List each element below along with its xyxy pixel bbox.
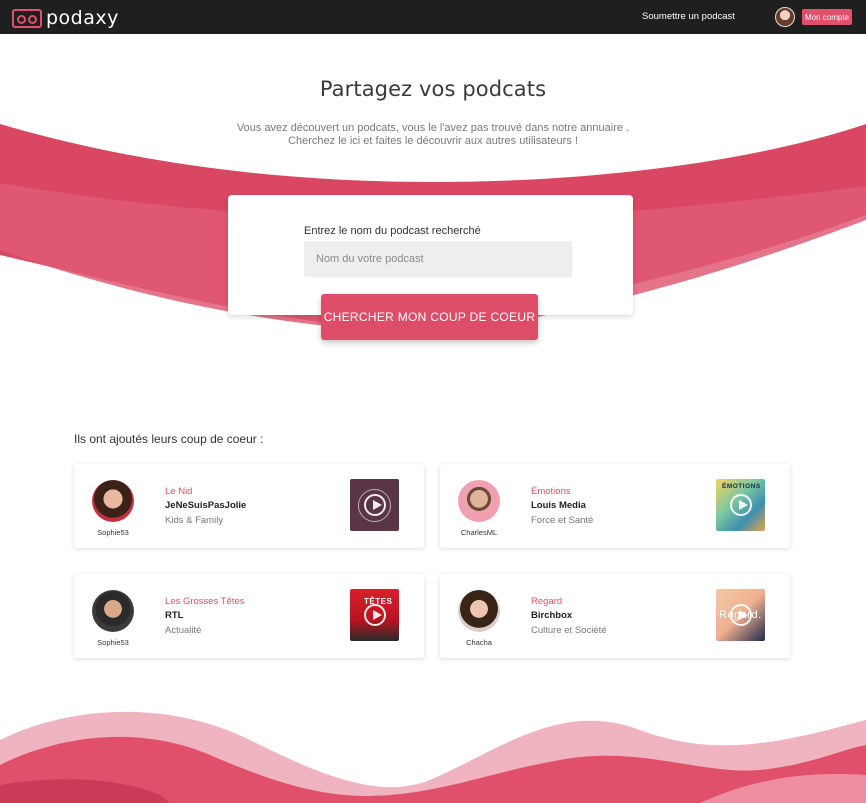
- user-avatar[interactable]: [775, 7, 795, 27]
- user-name: CharlesML: [460, 528, 498, 537]
- podcast-author: Birchbox: [531, 610, 573, 621]
- avatar: [92, 480, 134, 522]
- search-input[interactable]: [304, 241, 572, 277]
- favorites-title: Ils ont ajoutés leurs coup de coeur :: [74, 432, 264, 446]
- search-button[interactable]: CHERCHER MON COUP DE COEUR: [321, 294, 538, 340]
- podcast-author: RTL: [165, 610, 184, 621]
- play-circle-icon: [363, 604, 386, 626]
- avatar: [458, 480, 500, 522]
- account-button[interactable]: Mon compte: [802, 9, 852, 25]
- play-circle-icon: [363, 494, 386, 516]
- favorite-card[interactable]: Sophie53 Le Nid JeNeSuisPasJolie Kids & …: [74, 464, 424, 548]
- podcast-title[interactable]: Les Grosses Têtes: [165, 596, 245, 607]
- page: podaxy Soumettre un podcast Mon compte P…: [0, 0, 866, 803]
- user-name: Sophie53: [97, 638, 129, 647]
- podcast-author: JeNeSuisPasJolie: [165, 500, 247, 511]
- brand-name: podaxy: [46, 7, 119, 29]
- podcast-category: Force et Santé: [531, 515, 594, 526]
- search-label: Entrez le nom du podcast recherché: [304, 225, 481, 237]
- favorite-card[interactable]: CharlesML Émotions Louis Media Force et …: [440, 464, 790, 548]
- play-circle-icon: [729, 604, 752, 626]
- podcast-category: Kids & Family: [165, 515, 224, 526]
- play-circle-icon: [729, 494, 752, 516]
- background-waves: [0, 124, 866, 803]
- podcast-author: Louis Media: [531, 500, 586, 511]
- submit-podcast-link[interactable]: Soumettre un podcast: [642, 11, 735, 22]
- avatar: [458, 590, 500, 632]
- podcast-title[interactable]: Le Nid: [165, 486, 192, 497]
- user-name: Chacha: [466, 638, 492, 647]
- podcast-title[interactable]: Regard: [531, 596, 562, 607]
- podcast-cover[interactable]: [350, 479, 399, 531]
- podcast-cover[interactable]: TÊTES: [350, 589, 399, 641]
- podcast-category: Actualité: [165, 625, 202, 636]
- avatar: [92, 590, 134, 632]
- top-navbar: podaxy Soumettre un podcast Mon compte: [0, 0, 866, 34]
- favorite-card[interactable]: Chacha Regard Birchbox Culture et Sociét…: [440, 574, 790, 658]
- hero-title: Partagez vos podcats: [319, 77, 547, 101]
- hero-subtitle-line1: Vous avez découvert un podcats, vous le …: [236, 122, 630, 134]
- hero-subtitle: Vous avez découvert un podcats, vous le …: [0, 122, 866, 148]
- podcast-title[interactable]: Émotions: [531, 486, 571, 497]
- user-name: Sophie53: [97, 528, 129, 537]
- cassette-icon: [12, 8, 42, 28]
- hero-subtitle-line2: Cherchez le ici et faites le découvrir a…: [288, 135, 578, 147]
- brand-logo[interactable]: podaxy: [12, 7, 119, 29]
- cover-title: ÉMOTIONS: [722, 483, 761, 490]
- podcast-category: Culture et Société: [531, 625, 607, 636]
- podcast-cover[interactable]: ÉMOTIONS: [716, 479, 765, 531]
- favorite-card[interactable]: Sophie53 Les Grosses Têtes RTL Actualité…: [74, 574, 424, 658]
- podcast-cover[interactable]: Regard.: [716, 589, 765, 641]
